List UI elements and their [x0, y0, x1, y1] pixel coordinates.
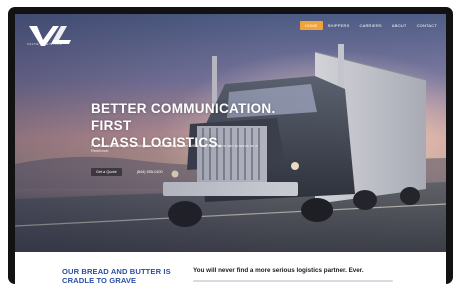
hero-subtext-line2: Reinforce. [91, 148, 110, 153]
hero-banner: VALTE LOGISTICS Home Shippers Carriers A… [15, 14, 446, 252]
nav-home[interactable]: Home [299, 21, 323, 30]
main-nav: Home Shippers Carriers About Contact [299, 21, 442, 30]
placeholder-text-line [193, 280, 393, 282]
intro-section: OUR BREAD AND BUTTER IS CRADLE TO GRAVE … [15, 252, 446, 284]
nav-carriers[interactable]: Carriers [355, 21, 387, 30]
website-screen: VALTE LOGISTICS Home Shippers Carriers A… [15, 14, 446, 284]
section-quote: You will never find a more serious logis… [193, 267, 364, 274]
nav-about[interactable]: About [387, 21, 412, 30]
hero-subtext-line1: Founded in hauling in the freight at it'… [91, 143, 258, 148]
nav-shippers[interactable]: Shippers [323, 21, 355, 30]
phone-link[interactable]: (844) 555-0100 [132, 168, 168, 176]
hero-headline-line1: BETTER COMMUNICATION. FIRST [91, 101, 276, 133]
logo-subtitle: VALTE LOGISTICS [27, 42, 62, 46]
hero-cta-row: Get a Quote (844) 555-0100 [91, 168, 168, 176]
hero-subtext: Founded in hauling in the freight at it'… [91, 143, 291, 153]
section-title-line2: CRADLE TO GRAVE [62, 276, 137, 284]
section-title: OUR BREAD AND BUTTER IS CRADLE TO GRAVE [62, 267, 182, 284]
nav-contact[interactable]: Contact [412, 21, 442, 30]
get-quote-button[interactable]: Get a Quote [91, 168, 122, 176]
section-title-line1: OUR BREAD AND BUTTER IS [62, 267, 171, 276]
